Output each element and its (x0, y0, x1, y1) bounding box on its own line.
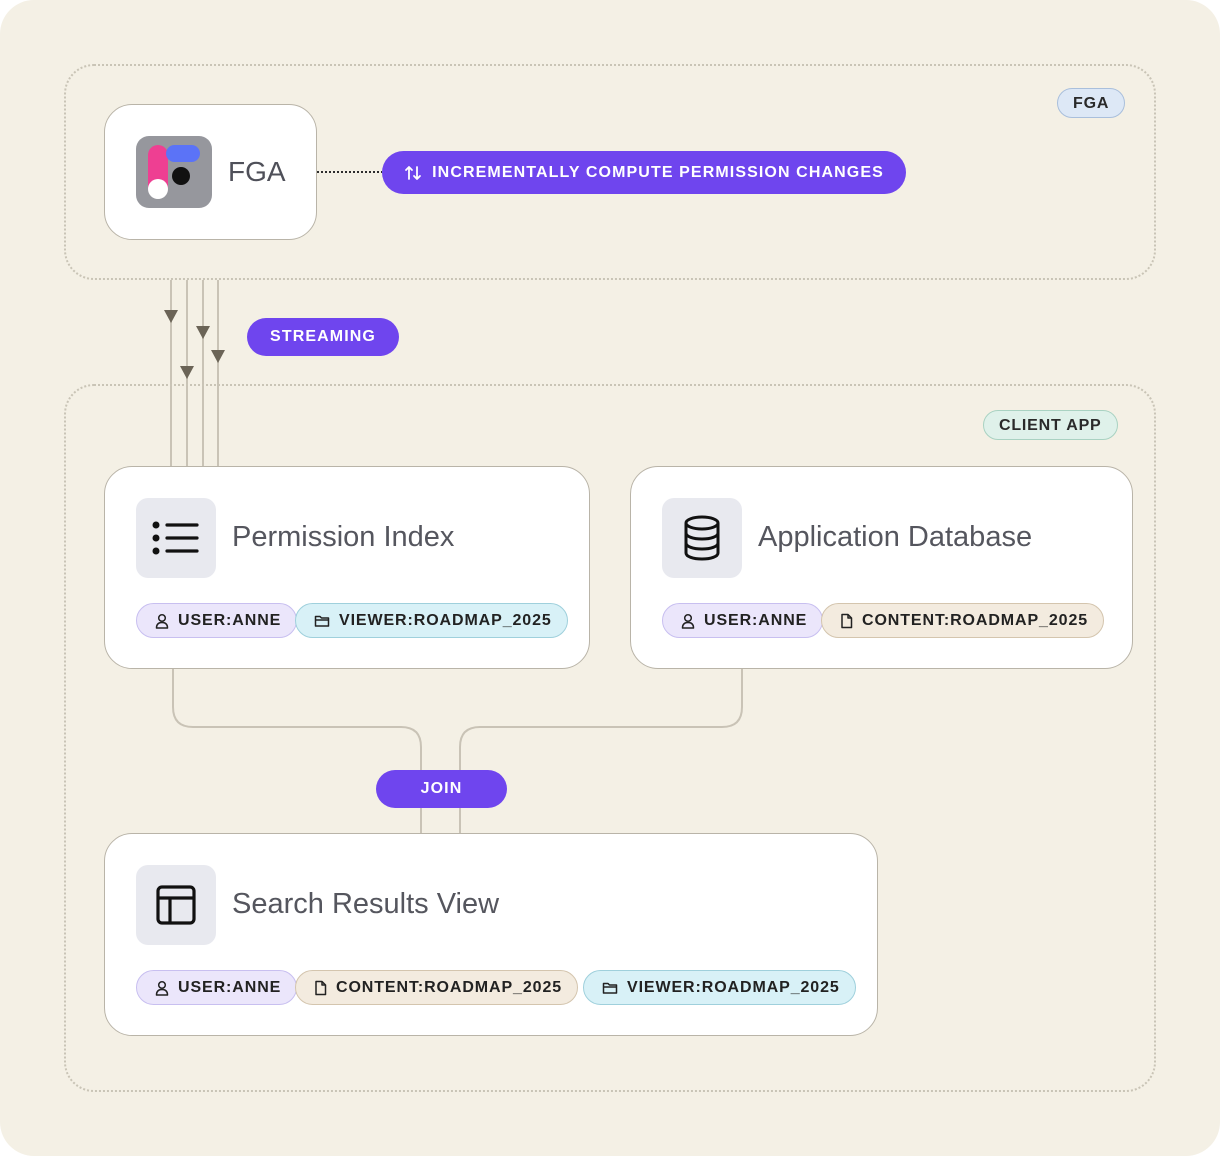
application-database-title: Application Database (758, 521, 1033, 553)
tag-label: CONTENT:ROADMAP_2025 (336, 978, 563, 996)
tag-user-anne: USER:ANNE (136, 603, 298, 638)
permission-index-card: Permission Index USER:ANNE VIEWER:ROADMA… (104, 466, 590, 669)
user-icon (155, 980, 169, 996)
tag-content-roadmap: CONTENT:ROADMAP_2025 (821, 603, 1105, 638)
table-icon (136, 865, 216, 945)
tag-user-anne: USER:ANNE (136, 970, 298, 1005)
tag-viewer-roadmap: VIEWER:ROADMAP_2025 (583, 970, 856, 1005)
search-results-view-title: Search Results View (232, 888, 500, 920)
client-app-region-badge: CLIENT APP (983, 410, 1118, 440)
incrementally-compute-label: INCREMENTALLY COMPUTE PERMISSION CHANGES (432, 163, 884, 181)
tag-label: USER:ANNE (178, 611, 282, 629)
fga-logo-icon (136, 136, 212, 208)
swap-vertical-arrows-icon (405, 165, 422, 180)
database-icon (662, 498, 742, 578)
list-icon (136, 498, 216, 578)
join-pill: JOIN (376, 770, 507, 808)
search-results-view-card: Search Results View USER:ANNE CONTENT:RO… (104, 833, 878, 1036)
user-icon (681, 613, 695, 629)
incrementally-compute-pill: INCREMENTALLY COMPUTE PERMISSION CHANGES (382, 151, 906, 194)
stream-arrow-2 (180, 366, 194, 379)
file-icon (841, 613, 853, 628)
permission-index-title: Permission Index (232, 521, 455, 553)
tag-label: VIEWER:ROADMAP_2025 (627, 978, 840, 996)
tag-label: CONTENT:ROADMAP_2025 (862, 611, 1089, 629)
stream-arrow-3 (196, 326, 210, 339)
fga-card-title: FGA (228, 156, 286, 187)
application-database-card: Application Database USER:ANNE CONTENT:R… (630, 466, 1133, 669)
tag-label: VIEWER:ROADMAP_2025 (339, 611, 552, 629)
streaming-pill: STREAMING (247, 318, 399, 356)
folder-icon (602, 982, 618, 994)
fga-region-badge: FGA (1057, 88, 1126, 118)
tag-viewer-roadmap: VIEWER:ROADMAP_2025 (295, 603, 568, 638)
file-icon (315, 980, 327, 995)
stream-arrow-1 (164, 310, 178, 323)
tag-content-roadmap: CONTENT:ROADMAP_2025 (295, 970, 579, 1005)
user-icon (155, 613, 169, 629)
fga-card: FGA (104, 104, 317, 240)
tag-label: USER:ANNE (704, 611, 808, 629)
tag-user-anne: USER:ANNE (662, 603, 824, 638)
folder-icon (314, 615, 330, 627)
tag-label: USER:ANNE (178, 978, 282, 996)
stream-arrow-4 (211, 350, 225, 363)
architecture-diagram: FGA CLIENT APP FGA INCREMENTALLY COMPUTE… (0, 0, 1220, 1156)
